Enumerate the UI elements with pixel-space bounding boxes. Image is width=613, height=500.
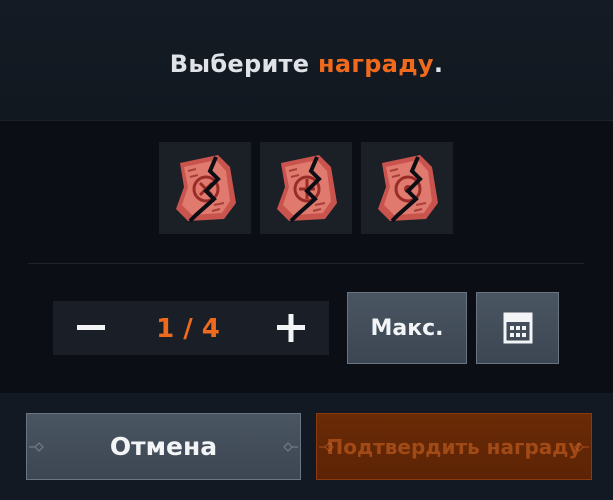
quantity-value: 1 / 4 xyxy=(156,314,220,344)
reward-slot-3[interactable] xyxy=(361,142,453,234)
title-highlight: награду xyxy=(318,50,434,78)
calculator-icon xyxy=(503,312,532,344)
divider xyxy=(28,263,584,264)
title-suffix: . xyxy=(433,50,444,78)
ornament-left-icon xyxy=(29,441,44,452)
confirm-reward-button[interactable]: Подтвердить награду xyxy=(316,413,592,480)
title-prefix: Выберите xyxy=(169,50,319,78)
max-button[interactable]: Макс. xyxy=(347,292,467,364)
scroll-icon xyxy=(378,155,438,223)
cancel-button[interactable]: Отмена xyxy=(26,413,301,480)
plus-icon xyxy=(277,314,305,342)
dialog-title: Выберите награду. xyxy=(0,50,613,78)
dialog-header: Выберите награду. xyxy=(0,0,613,121)
scroll-icon xyxy=(176,155,236,223)
reward-dialog: Выберите награду. 1 / 4 Макс. Отмена Под… xyxy=(0,0,613,500)
increase-button[interactable] xyxy=(261,301,321,355)
quantity-stepper: 1 / 4 xyxy=(53,301,329,355)
reward-slot-1[interactable] xyxy=(159,142,251,234)
cancel-label: Отмена xyxy=(109,432,218,461)
calculator-button[interactable] xyxy=(476,292,559,364)
ornament-right-icon xyxy=(283,441,298,452)
decrease-button[interactable] xyxy=(61,301,121,355)
ornament-left-icon xyxy=(319,441,334,452)
scroll-icon xyxy=(277,155,337,223)
minus-icon xyxy=(77,325,105,330)
ornament-right-icon xyxy=(574,441,589,452)
reward-slot-2[interactable] xyxy=(260,142,352,234)
reward-items xyxy=(159,142,453,234)
confirm-label: Подтвердить награду xyxy=(326,434,582,459)
